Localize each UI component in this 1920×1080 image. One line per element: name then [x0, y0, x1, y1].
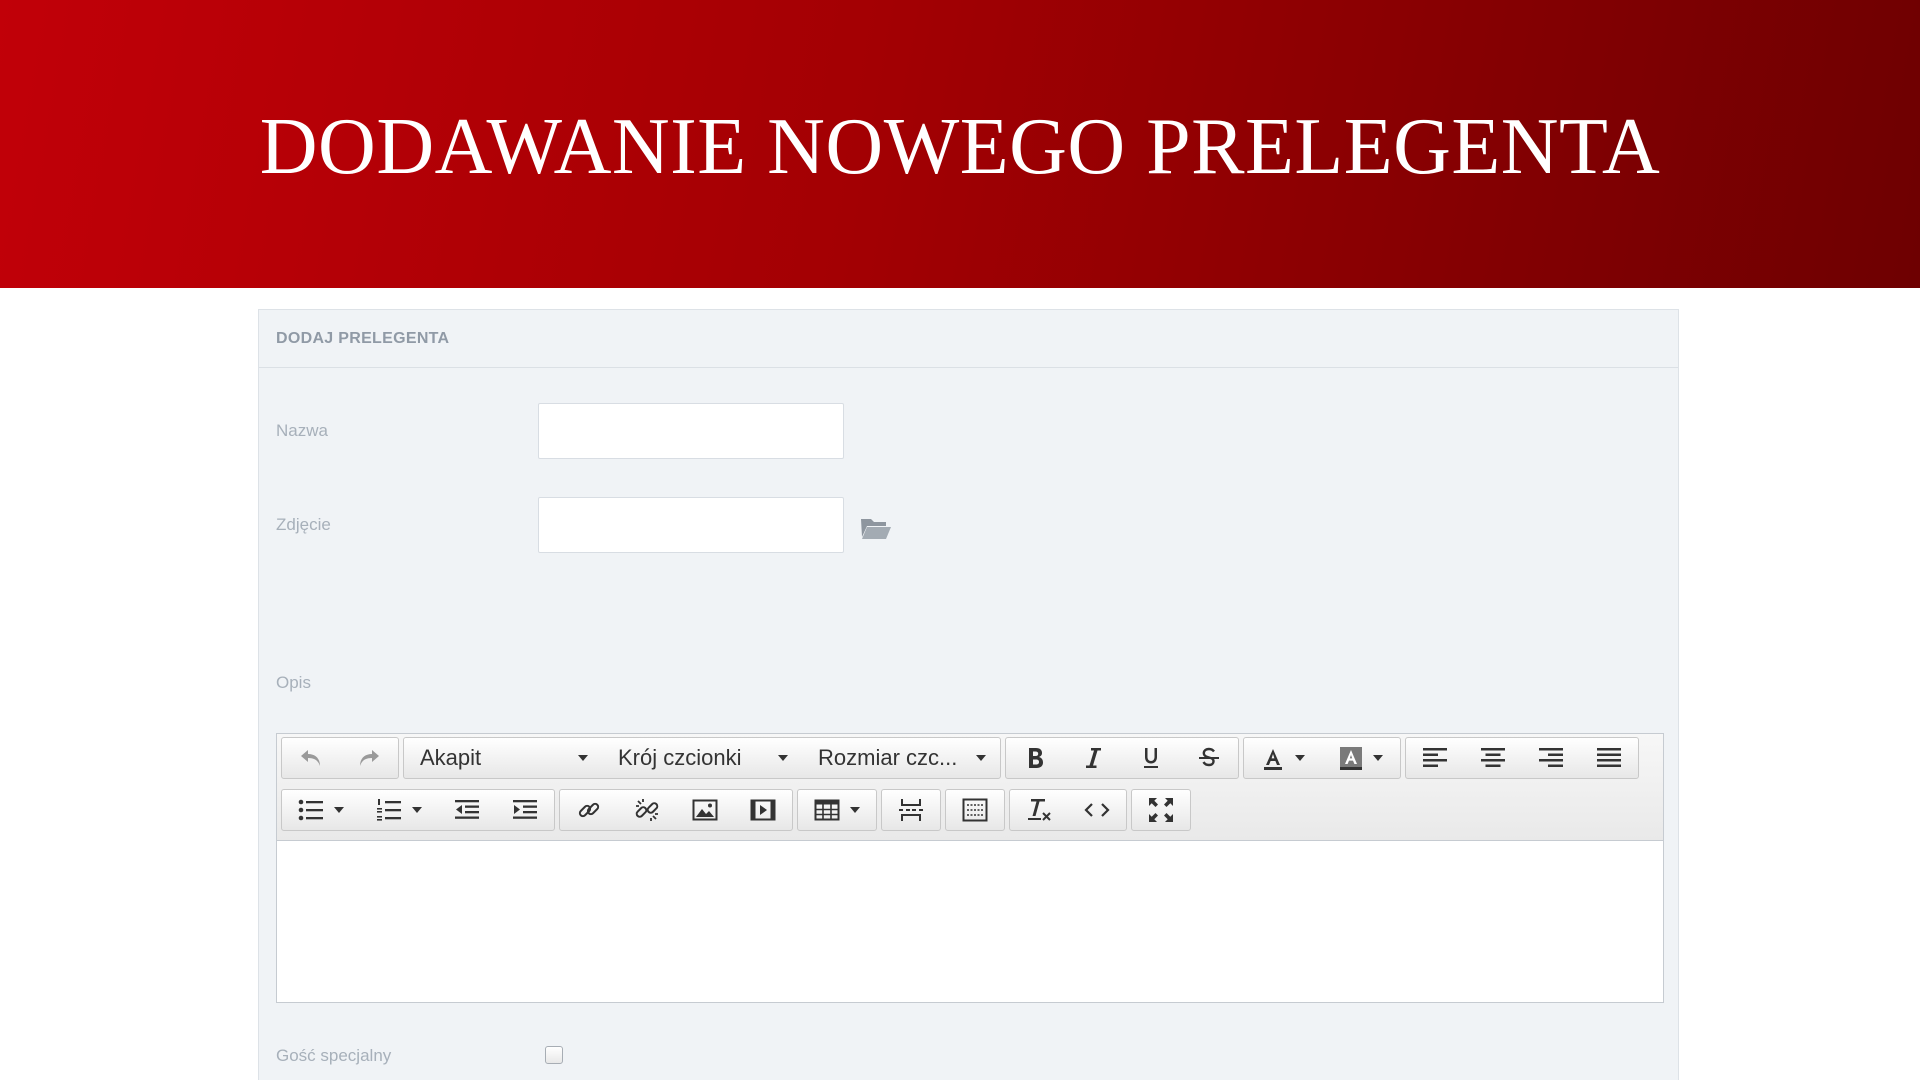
photo-label: Zdjęcie	[276, 515, 331, 534]
align-justify-button[interactable]	[1580, 738, 1638, 778]
align-right-icon	[1538, 748, 1563, 767]
text-color-button[interactable]	[1244, 738, 1322, 778]
chevron-down-icon	[578, 755, 588, 761]
table-icon	[814, 799, 839, 821]
bullet-list-icon	[298, 799, 323, 821]
clear-formatting-icon	[1027, 799, 1051, 821]
template-group	[945, 789, 1005, 831]
name-input[interactable]	[538, 403, 844, 459]
undo-button[interactable]	[282, 738, 340, 778]
indent-button[interactable]	[496, 790, 554, 830]
underline-icon	[1143, 748, 1158, 768]
clear-code-group	[1009, 789, 1127, 831]
film-icon	[750, 799, 775, 821]
special-guest-checkbox[interactable]	[545, 1046, 563, 1064]
add-speaker-panel: DODAJ PRELEGENTA Nazwa Zdjęcie Opis Akap…	[258, 309, 1679, 1080]
text-color-icon	[1263, 749, 1282, 770]
image-icon	[692, 799, 717, 821]
font-family-select[interactable]: Krój czcionki	[602, 738, 802, 778]
insert-link-button[interactable]	[560, 790, 618, 830]
unlink-icon	[635, 799, 658, 821]
insert-table-button[interactable]	[798, 790, 876, 830]
font-size-select[interactable]: Rozmiar czc...	[802, 738, 1000, 778]
italic-button[interactable]	[1064, 738, 1122, 778]
page-title: DODAWANIE NOWEGO PRELEGENTA	[259, 102, 1661, 191]
bold-icon	[1028, 748, 1043, 768]
header-banner: DODAWANIE NOWEGO PRELEGENTA	[0, 0, 1920, 288]
format-selects-group: Akapit Krój czcionki Rozmiar czc...	[403, 737, 1001, 779]
chevron-down-icon	[333, 807, 344, 813]
text-style-group	[1005, 737, 1239, 779]
chevron-down-icon	[976, 755, 986, 761]
insert-template-button[interactable]	[946, 790, 1004, 830]
outdent-button[interactable]	[438, 790, 496, 830]
insert-group	[559, 789, 793, 831]
panel-header: DODAJ PRELEGENTA	[259, 310, 1678, 368]
history-group	[281, 737, 399, 779]
bold-button[interactable]	[1006, 738, 1064, 778]
panel-title: DODAJ PRELEGENTA	[276, 329, 450, 347]
strikethrough-icon	[1198, 747, 1219, 767]
description-label: Opis	[276, 673, 311, 692]
fullscreen-icon	[1148, 798, 1173, 822]
underline-button[interactable]	[1122, 738, 1180, 778]
align-center-button[interactable]	[1464, 738, 1522, 778]
photo-input[interactable]	[538, 497, 844, 553]
browse-folder-button[interactable]	[859, 513, 893, 543]
strikethrough-button[interactable]	[1180, 738, 1238, 778]
editor-content-area[interactable]	[277, 842, 1663, 1002]
remove-link-button[interactable]	[618, 790, 676, 830]
insert-media-button[interactable]	[734, 790, 792, 830]
special-guest-label: Gość specjalny	[276, 1046, 392, 1065]
link-icon	[578, 802, 599, 818]
align-left-icon	[1422, 748, 1447, 767]
font-family-value: Krój czcionki	[618, 745, 742, 770]
chevron-down-icon	[1294, 755, 1305, 761]
fullscreen-button[interactable]	[1132, 790, 1190, 830]
outdent-icon	[454, 800, 479, 819]
name-label: Nazwa	[276, 421, 328, 440]
italic-icon	[1085, 748, 1101, 768]
background-color-icon	[1339, 747, 1362, 770]
fullscreen-group	[1131, 789, 1191, 831]
redo-button[interactable]	[340, 738, 398, 778]
clear-formatting-button[interactable]	[1010, 790, 1068, 830]
page-break-group	[881, 789, 941, 831]
code-icon	[1083, 803, 1110, 817]
numbered-list-button[interactable]	[360, 790, 438, 830]
list-group	[281, 789, 555, 831]
bullet-list-button[interactable]	[282, 790, 360, 830]
source-code-button[interactable]	[1068, 790, 1126, 830]
page-break-icon	[898, 799, 923, 821]
rich-text-editor: Akapit Krój czcionki Rozmiar czc...	[276, 733, 1664, 1003]
page-break-button[interactable]	[882, 790, 940, 830]
paragraph-format-value: Akapit	[420, 745, 482, 770]
chevron-down-icon	[849, 807, 860, 813]
indent-icon	[512, 800, 537, 819]
editor-toolbar: Akapit Krój czcionki Rozmiar czc...	[277, 734, 1663, 841]
chevron-down-icon	[778, 755, 788, 761]
color-group	[1243, 737, 1401, 779]
chevron-down-icon	[1372, 755, 1383, 761]
insert-image-button[interactable]	[676, 790, 734, 830]
undo-icon	[300, 750, 320, 766]
alignment-group	[1405, 737, 1639, 779]
numbered-list-icon	[376, 799, 401, 821]
folder-open-icon	[861, 519, 891, 539]
font-size-value: Rozmiar czc...	[818, 745, 958, 770]
chevron-down-icon	[411, 807, 422, 813]
redo-icon	[359, 750, 379, 766]
paragraph-format-select[interactable]: Akapit	[404, 738, 602, 778]
align-left-button[interactable]	[1406, 738, 1464, 778]
align-right-button[interactable]	[1522, 738, 1580, 778]
template-icon	[962, 798, 987, 822]
background-color-button[interactable]	[1322, 738, 1400, 778]
table-group	[797, 789, 877, 831]
align-center-icon	[1480, 748, 1505, 767]
align-justify-icon	[1596, 748, 1621, 767]
